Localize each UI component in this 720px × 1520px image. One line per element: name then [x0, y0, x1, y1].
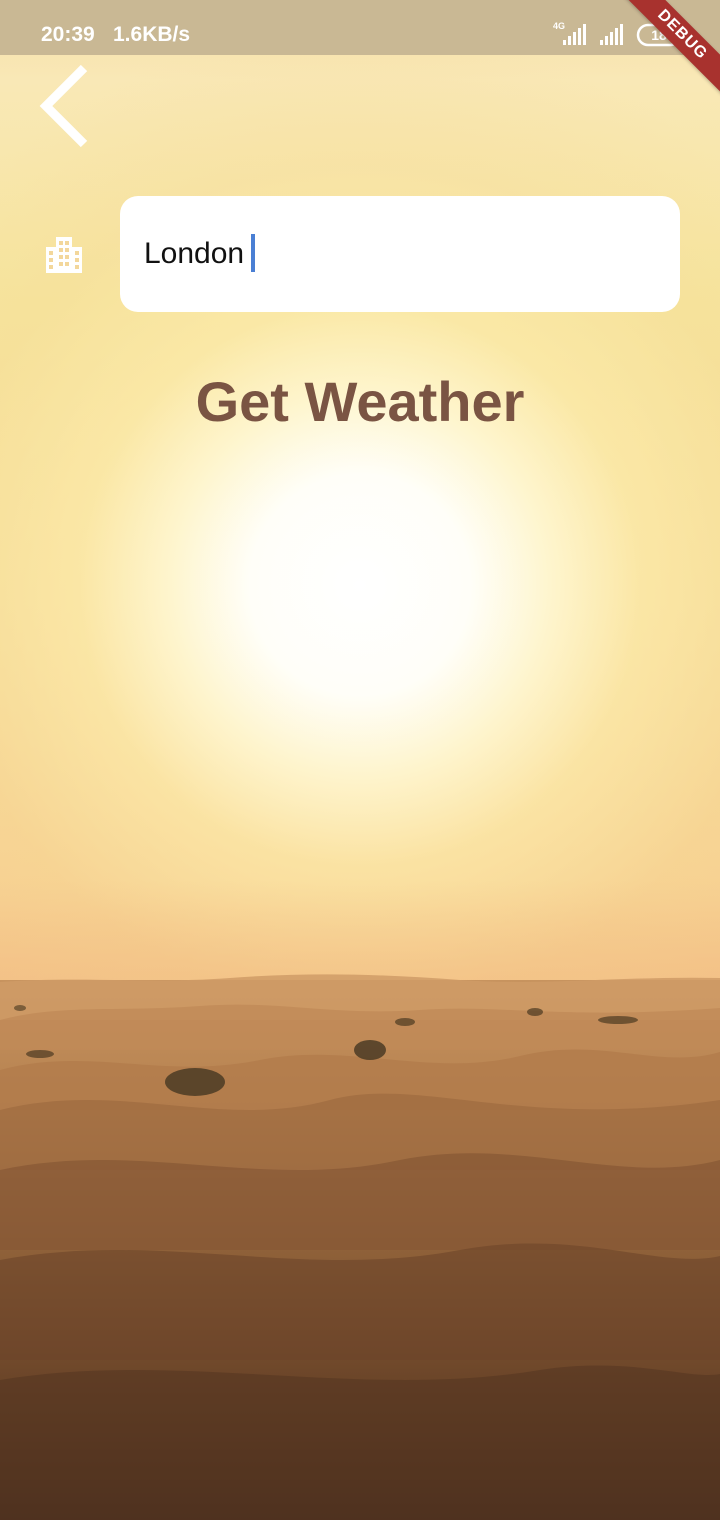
back-button[interactable] — [32, 62, 98, 150]
city-name-input[interactable] — [120, 196, 680, 312]
network-type-text: 4G — [553, 21, 565, 31]
status-network-speed: 1.6KB/s — [113, 23, 191, 46]
text-cursor — [251, 234, 255, 272]
desert-dunes — [0, 974, 720, 1520]
chevron-left-icon — [39, 64, 88, 148]
signal-icon-2 — [600, 24, 623, 45]
signal-icon-1 — [563, 24, 586, 45]
city-icon — [46, 237, 82, 273]
network-type-label: 4G — [553, 21, 565, 31]
status-time: 20:39 — [41, 23, 95, 46]
sky — [0, 0, 720, 1000]
status-bar: 20:39 1.6KB/s 4G 18 DEBUG — [0, 0, 720, 101]
get-weather-button[interactable]: Get Weather — [0, 368, 720, 436]
